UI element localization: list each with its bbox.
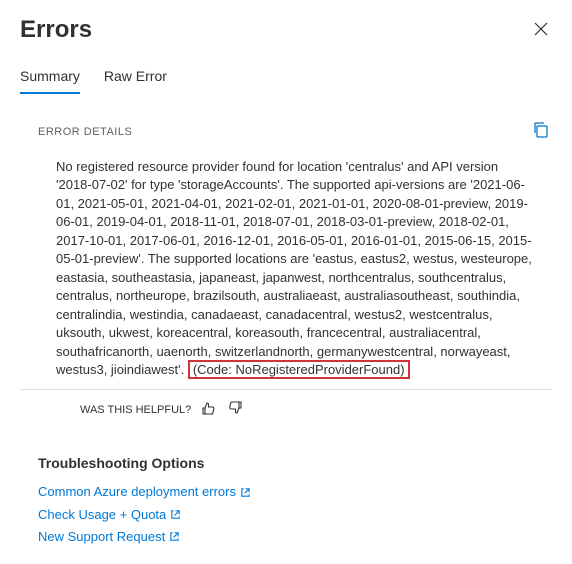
error-message-body: No registered resource provider found fo…	[20, 158, 552, 390]
external-link-icon	[240, 487, 251, 498]
helpful-row: WAS THIS HELPFUL?	[20, 400, 552, 419]
troubleshooting-heading: Troubleshooting Options	[38, 455, 552, 471]
link-support-request[interactable]: New Support Request	[38, 526, 552, 548]
thumbs-up-button[interactable]	[201, 400, 217, 419]
error-code-highlight: (Code: NoRegisteredProviderFound)	[188, 360, 410, 379]
link-label: New Support Request	[38, 526, 165, 548]
thumbs-down-button[interactable]	[227, 400, 243, 419]
link-label: Check Usage + Quota	[38, 504, 166, 526]
link-common-errors[interactable]: Common Azure deployment errors	[38, 481, 552, 503]
thumbs-down-icon	[227, 400, 243, 416]
panel-title: Errors	[20, 16, 92, 44]
link-label: Common Azure deployment errors	[38, 481, 236, 503]
thumbs-up-icon	[201, 400, 217, 416]
tab-summary[interactable]: Summary	[20, 62, 80, 94]
tabs: Summary Raw Error	[20, 62, 552, 95]
details-header: ERROR DETAILS	[20, 119, 552, 144]
copy-button[interactable]	[530, 119, 552, 144]
error-message-text: No registered resource provider found fo…	[56, 159, 532, 377]
external-link-icon	[169, 531, 180, 542]
close-icon	[534, 22, 548, 36]
header-row: Errors	[20, 16, 552, 44]
link-check-quota[interactable]: Check Usage + Quota	[38, 504, 552, 526]
errors-panel: Errors Summary Raw Error ERROR DETAILS N…	[0, 0, 572, 564]
helpful-label: WAS THIS HELPFUL?	[80, 404, 191, 416]
copy-icon	[532, 121, 550, 139]
troubleshooting-section: Troubleshooting Options Common Azure dep…	[20, 455, 552, 547]
tab-raw-error[interactable]: Raw Error	[104, 62, 167, 94]
external-link-icon	[170, 509, 181, 520]
error-details-label: ERROR DETAILS	[38, 126, 132, 138]
close-button[interactable]	[530, 18, 552, 43]
